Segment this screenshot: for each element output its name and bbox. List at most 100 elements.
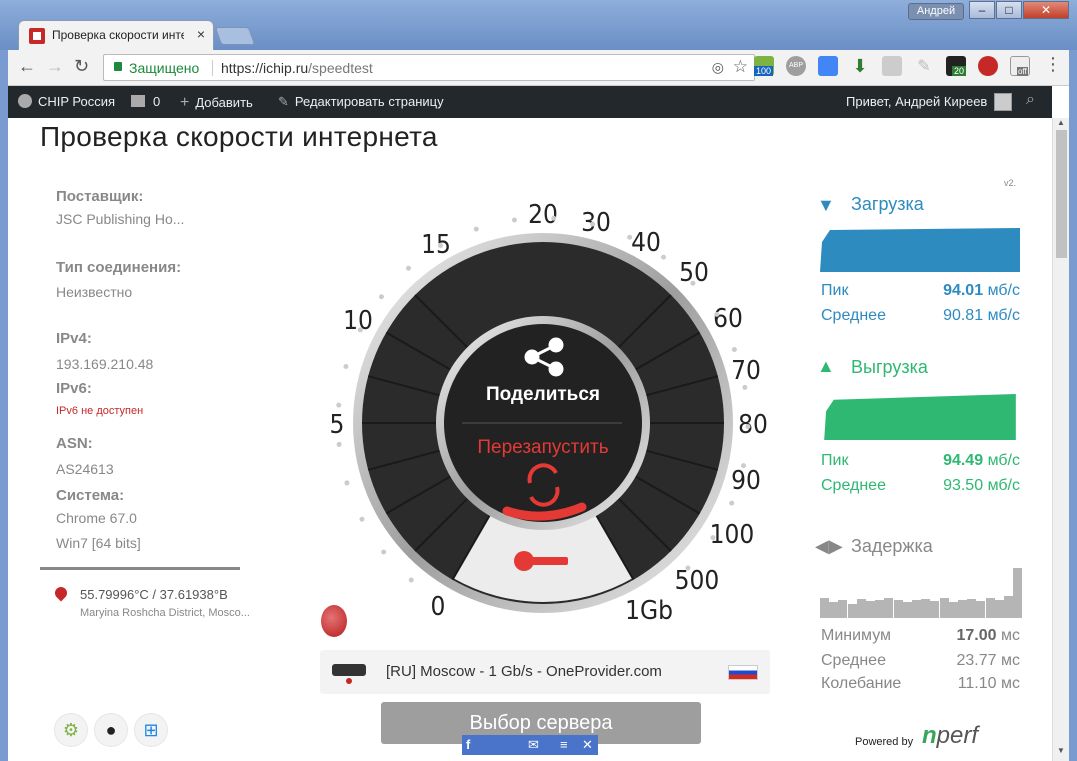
pencil-icon[interactable]: ✎ <box>914 56 934 76</box>
restart-button[interactable]: Перезапустить <box>477 437 608 458</box>
extension-icon-2[interactable]: 20 <box>946 56 967 76</box>
gauge-dot <box>359 516 365 522</box>
menu-dots-icon[interactable]: ⋮ <box>1044 54 1062 75</box>
close-share-icon[interactable]: ✕ <box>582 737 593 753</box>
wp-add-link[interactable]: + Добавить <box>180 94 253 112</box>
chip-favicon-icon <box>29 28 45 44</box>
close-tab-icon[interactable]: × <box>197 26 205 42</box>
gauge-tick-label: 80 <box>738 410 768 440</box>
download-graph <box>820 228 1020 272</box>
gauge-dot <box>336 441 342 447</box>
latency-bar <box>921 599 931 618</box>
gauge-dot <box>336 402 342 408</box>
latency-jitter-label: Колебание <box>821 675 902 692</box>
upload-avg-label: Среднее <box>821 477 886 494</box>
gauge-dot <box>343 363 349 369</box>
wp-site-link[interactable]: CHIP Россия <box>18 94 115 109</box>
browser-titlebar: Проверка скорости инте × Андрей – □ ✕ <box>0 0 1077 50</box>
scrollbar[interactable]: ▲ ▼ <box>1052 118 1069 761</box>
connection-value: Неизвестно <box>56 284 133 300</box>
latency-bar <box>902 602 912 618</box>
ipv6-value: IPv6 не доступен <box>56 405 144 417</box>
mail-icon[interactable]: ✉ <box>528 737 539 753</box>
apple-icon[interactable]: ● <box>94 713 128 747</box>
wp-greeting[interactable]: Привет, Андрей Киреев <box>846 94 987 109</box>
share-button[interactable]: Поделиться <box>486 384 600 405</box>
latency-bar <box>976 601 986 618</box>
gauge-tick-label: 40 <box>631 228 661 258</box>
location-icon[interactable]: ◎ <box>712 59 724 76</box>
scroll-up-arrow[interactable]: ▲ <box>1057 118 1065 127</box>
wp-comments-link[interactable]: 0 <box>131 94 160 109</box>
edit-pencil-icon: ✎ <box>278 94 289 109</box>
gauge-dot <box>408 577 414 583</box>
divider <box>40 567 240 570</box>
latency-bar <box>820 598 829 618</box>
tab-title: Проверка скорости инте <box>52 28 184 42</box>
server-info[interactable]: [RU] Moscow - 1 Gb/s - OneProvider.com <box>320 650 770 694</box>
scroll-down-arrow[interactable]: ▼ <box>1057 746 1065 755</box>
gauge-tick-label: 15 <box>421 230 451 260</box>
latency-min-label: Минимум <box>821 627 892 644</box>
gauge-dot <box>742 384 748 390</box>
upload-graph <box>824 394 1016 440</box>
gauge-dot <box>381 549 387 555</box>
windows-icon[interactable]: ⊞ <box>134 713 168 747</box>
download-peak-label: Пик <box>821 282 849 299</box>
extension-icon[interactable]: 100 <box>754 56 774 76</box>
gauge-dot <box>357 327 363 333</box>
latency-avg-label: Среднее <box>821 652 886 669</box>
latency-jitter: 11.10 мс <box>900 675 1020 693</box>
powered-by-label: Powered by <box>855 736 914 748</box>
latency-bar <box>884 598 894 618</box>
download-avg: 90.81 мб/с <box>900 307 1020 325</box>
wp-admin-bar: CHIP Россия 0 + Добавить ✎ Редактировать с… <box>8 86 1052 118</box>
avatar[interactable] <box>994 93 1012 111</box>
android-icon[interactable]: ⚙ <box>54 713 88 747</box>
extension-icon-3[interactable] <box>978 56 998 76</box>
coordinates: 55.79996°C / 37.61938°В <box>80 587 228 602</box>
facebook-icon[interactable]: f <box>466 737 470 752</box>
browser-toolbar: ← → ↻ Защищено https://ichip.ru/speedtes… <box>8 50 1069 86</box>
latency-unit: мс <box>1001 675 1020 692</box>
location-pin-icon <box>52 584 70 602</box>
adblock-icon[interactable]: ABP <box>786 56 806 76</box>
extension-icon-4[interactable]: off <box>1010 56 1030 76</box>
wp-edit-link[interactable]: ✎ Редактировать страницу <box>278 94 444 110</box>
upload-unit: мб/с <box>987 452 1020 469</box>
forward-icon[interactable]: → <box>46 56 64 77</box>
apps-grid-icon[interactable] <box>882 56 902 76</box>
bookmark-star-icon[interactable]: ☆ <box>733 57 748 77</box>
gauge-dot <box>710 535 716 541</box>
gauge-tick-label: 10 <box>343 306 373 336</box>
gauge-dot <box>590 221 596 227</box>
minimize-button[interactable]: – <box>969 1 995 19</box>
reload-icon[interactable]: ↻ <box>74 56 89 77</box>
gauge-dot <box>729 500 735 506</box>
browser-tab[interactable]: Проверка скорости инте × <box>18 20 214 50</box>
latency-graph <box>820 568 1023 618</box>
back-icon[interactable]: ← <box>18 56 36 77</box>
upload-unit: мб/с <box>987 477 1020 494</box>
gauge-dot <box>378 294 384 300</box>
menu-icon[interactable]: ≡ <box>560 737 568 752</box>
gauge-dot <box>344 480 350 486</box>
latency-bar <box>875 600 885 618</box>
download-arrow-icon[interactable]: ⬇ <box>850 56 870 76</box>
close-window-button[interactable]: ✕ <box>1023 1 1069 19</box>
latency-bar <box>912 600 921 618</box>
latency-bar <box>994 600 1004 618</box>
latency-bar <box>1013 568 1023 618</box>
new-tab-button[interactable] <box>214 27 256 45</box>
profile-button[interactable]: Андрей <box>908 3 964 20</box>
maximize-button[interactable]: □ <box>996 1 1022 19</box>
address-bar[interactable]: Защищено https://ichip.ru/speedtest ◎ ☆ <box>103 54 755 81</box>
nperf-logo[interactable]: nperf <box>922 722 978 750</box>
latency-bar <box>847 604 857 618</box>
url-host: https://ichip.ru <box>221 60 309 76</box>
wp-site-name: CHIP Россия <box>38 94 116 109</box>
connection-label: Тип соединения: <box>56 259 182 276</box>
translate-icon[interactable] <box>818 56 838 76</box>
search-icon[interactable]: ⌕ <box>1026 91 1035 109</box>
scroll-thumb[interactable] <box>1056 130 1067 258</box>
